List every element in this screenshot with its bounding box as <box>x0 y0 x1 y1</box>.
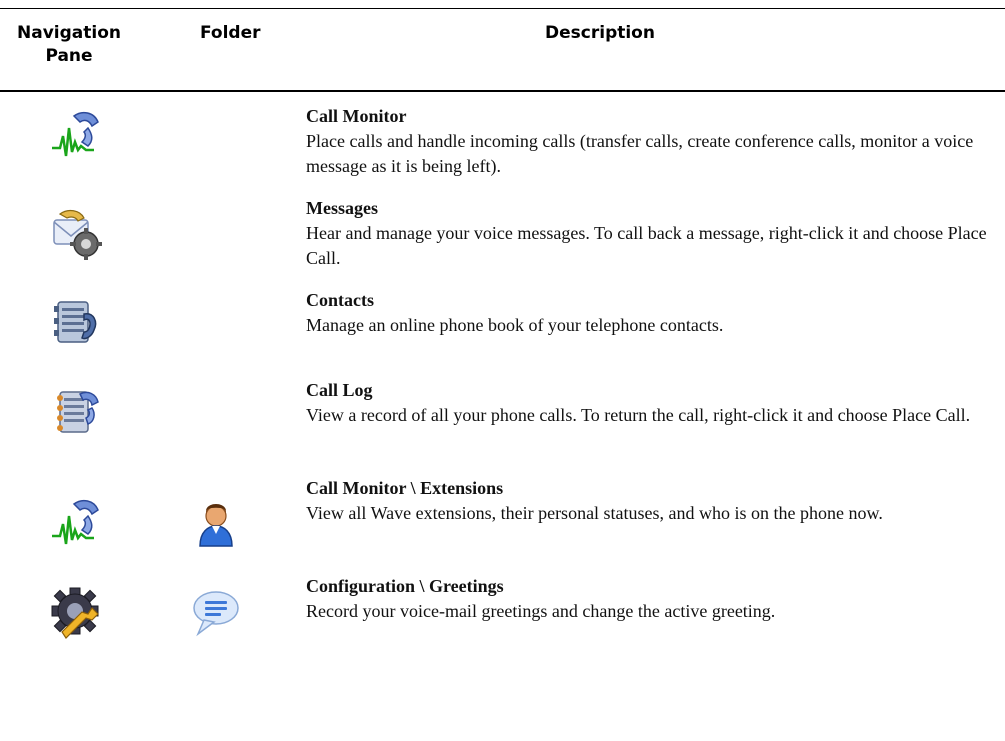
call-log-icon <box>48 384 104 440</box>
row-text: Place calls and handle incoming calls (t… <box>306 131 974 176</box>
header-description: Description <box>545 23 655 43</box>
row-title: Messages <box>306 198 378 218</box>
row-text: View a record of all your phone calls. T… <box>306 405 971 425</box>
row-title: Contacts <box>306 290 374 310</box>
header-navigation-pane: Navigation Pane <box>0 22 138 68</box>
row-title: Configuration \ Greetings <box>306 576 504 596</box>
extensions-person-icon <box>188 494 244 550</box>
header-navigation-pane-label: Navigation Pane <box>17 23 121 66</box>
row-text: Manage an online phone book of your tele… <box>306 315 724 335</box>
row-description: Contacts Manage an online phone book of … <box>306 288 996 338</box>
messages-icon <box>48 206 104 262</box>
table-header-rule <box>0 90 1005 92</box>
row-text: View all Wave extensions, their personal… <box>306 503 883 523</box>
call-monitor-icon <box>48 106 104 162</box>
table-row: Messages Hear and manage your voice mess… <box>0 192 1005 272</box>
call-monitor-icon <box>48 494 104 550</box>
table-top-rule <box>0 8 1005 9</box>
row-title: Call Log <box>306 380 373 400</box>
row-description: Call Log View a record of all your phone… <box>306 378 996 428</box>
greetings-speech-bubble-icon <box>188 584 244 640</box>
header-folder: Folder <box>200 23 261 43</box>
row-description: Messages Hear and manage your voice mess… <box>306 196 996 271</box>
table-row: Call Monitor Place calls and handle inco… <box>0 100 1005 180</box>
table-row: Call Log View a record of all your phone… <box>0 380 1005 460</box>
configuration-gear-icon <box>48 584 104 640</box>
row-text: Record your voice-mail greetings and cha… <box>306 601 776 621</box>
row-description: Configuration \ Greetings Record your vo… <box>306 574 996 624</box>
table-row: Configuration \ Greetings Record your vo… <box>0 570 1005 650</box>
row-text: Hear and manage your voice messages. To … <box>306 223 987 268</box>
table-row: Call Monitor \ Extensions View all Wave … <box>0 474 1005 554</box>
row-title: Call Monitor \ Extensions <box>306 478 504 498</box>
row-description: Call Monitor \ Extensions View all Wave … <box>306 476 996 526</box>
contacts-icon <box>48 294 104 350</box>
table-row: Contacts Manage an online phone book of … <box>0 284 1005 364</box>
row-title: Call Monitor <box>306 106 407 126</box>
row-description: Call Monitor Place calls and handle inco… <box>306 104 996 179</box>
